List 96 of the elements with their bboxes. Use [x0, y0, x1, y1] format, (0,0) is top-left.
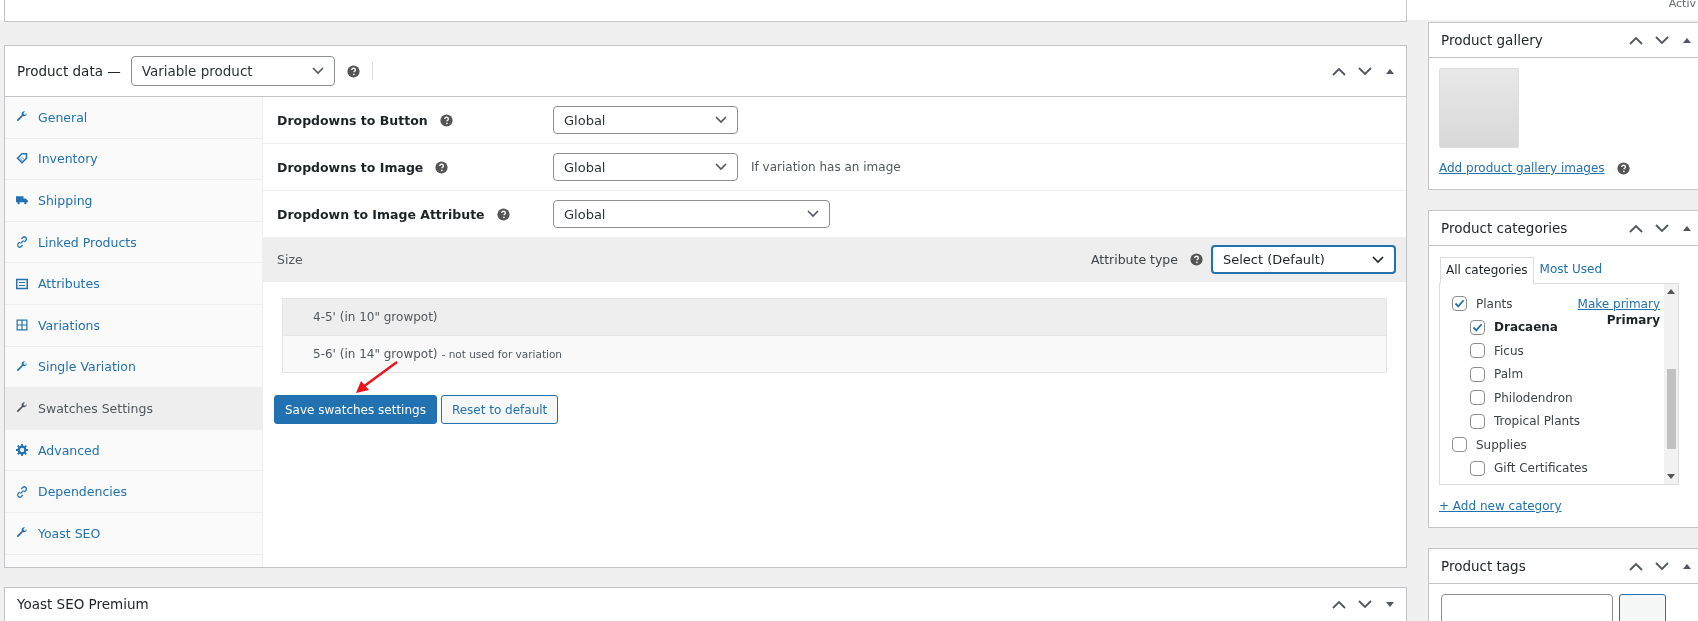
truck-icon: [16, 194, 28, 207]
move-down-icon[interactable]: [1358, 66, 1372, 76]
add-tag-button[interactable]: [1619, 594, 1666, 621]
move-down-icon[interactable]: [1655, 561, 1669, 571]
attribute-type-label: Attribute type: [1090, 252, 1178, 267]
product-data-tab[interactable]: Inventory: [5, 138, 262, 181]
move-down-icon[interactable]: [1655, 223, 1669, 233]
scrollbar[interactable]: [1664, 284, 1678, 484]
scroll-up-icon[interactable]: [1667, 289, 1675, 294]
setting-hint: If variation has an image: [751, 160, 901, 174]
checkbox[interactable]: [1470, 390, 1485, 406]
move-down-icon[interactable]: [1655, 35, 1669, 45]
category-tab[interactable]: All categories: [1440, 257, 1534, 284]
category-name: Dracaena: [1494, 320, 1558, 335]
help-icon[interactable]: [346, 64, 360, 78]
help-icon[interactable]: [1190, 253, 1203, 266]
product-data-tab[interactable]: Variations: [5, 304, 262, 347]
help-icon[interactable]: [435, 160, 449, 174]
chevron-down-icon: [715, 163, 727, 171]
panel-title: Product data —: [17, 63, 121, 79]
panel-title: Yoast SEO Premium: [17, 596, 149, 613]
move-up-icon[interactable]: [1332, 599, 1346, 609]
collapse-icon[interactable]: [1683, 37, 1691, 43]
tag-icon: [16, 152, 28, 165]
setting-label: Dropdowns to Button: [277, 112, 428, 128]
gear-icon: [16, 444, 28, 457]
product-data-tab[interactable]: Shipping: [5, 180, 262, 222]
setting-select[interactable]: Global: [553, 200, 830, 228]
product-data-tab[interactable]: Yoast SEO: [5, 512, 262, 555]
link-icon: [16, 236, 28, 249]
category-name: Tropical Plants: [1494, 414, 1581, 429]
checkbox[interactable]: [1470, 319, 1485, 335]
term-name: 4-5' (in 10" growpot): [313, 310, 438, 324]
checkbox[interactable]: [1470, 366, 1485, 382]
product-data-tab[interactable]: Advanced: [5, 429, 262, 472]
category-name: Palm: [1494, 367, 1524, 382]
product-data-tab[interactable]: Attributes: [5, 263, 262, 305]
product-type-select[interactable]: Variable product: [130, 56, 335, 86]
attribute-type-select[interactable]: Select (Default): [1211, 245, 1396, 274]
category-name: Gift Certificates: [1494, 461, 1588, 476]
chevron-down-icon: [715, 116, 727, 124]
product-data-tab[interactable]: General: [5, 97, 262, 139]
panel-title: Product categories: [1441, 220, 1568, 236]
product-data-tab[interactable]: Swatches Settings: [5, 388, 262, 430]
move-up-icon[interactable]: [1629, 561, 1643, 571]
category-name: Plants: [1476, 296, 1513, 311]
tag-input-field[interactable]: [1441, 594, 1613, 621]
wrench-icon: [16, 402, 28, 415]
product-data-tab[interactable]: Dependencies: [5, 471, 262, 513]
primary-label: Primary: [1606, 313, 1660, 328]
grid-icon: [16, 319, 28, 332]
setting-select[interactable]: Global: [553, 153, 738, 181]
scroll-down-icon[interactable]: [1667, 474, 1675, 479]
term-name: 5-6' (in 14" growpot): [313, 347, 438, 361]
wrench-icon: [16, 111, 28, 124]
setting-label: Dropdowns to Image: [277, 159, 424, 175]
setting-select[interactable]: Global: [553, 106, 738, 134]
chevron-down-icon: [807, 210, 819, 218]
panel-title: Product tags: [1441, 558, 1526, 574]
attribute-name: Size: [277, 252, 303, 267]
setting-label: Dropdown to Image Attribute: [277, 206, 485, 222]
help-icon[interactable]: [1616, 161, 1630, 175]
expand-icon[interactable]: [1386, 601, 1394, 607]
product-data-tab[interactable]: Linked Products: [5, 221, 262, 264]
panel-title: Product gallery: [1441, 32, 1543, 48]
add-gallery-images-link[interactable]: Add product gallery images: [1439, 161, 1605, 175]
checkbox[interactable]: [1452, 296, 1467, 312]
reset-button[interactable]: Reset to default: [440, 395, 559, 424]
link-icon: [16, 485, 28, 498]
wrench-icon: [16, 527, 28, 540]
move-up-icon[interactable]: [1629, 223, 1643, 233]
term-note: - not used for variation: [441, 348, 562, 360]
list-icon: [16, 277, 28, 290]
add-category-link[interactable]: + Add new category: [1439, 499, 1562, 513]
move-up-icon[interactable]: [1332, 66, 1346, 76]
collapse-icon[interactable]: [1683, 225, 1691, 231]
collapse-icon[interactable]: [1683, 563, 1691, 569]
save-button[interactable]: Save swatches settings: [274, 395, 437, 424]
checkbox[interactable]: [1470, 460, 1485, 476]
chevron-down-icon: [1372, 255, 1384, 264]
move-down-icon[interactable]: [1358, 599, 1372, 609]
chevron-down-icon: [311, 67, 324, 75]
collapse-icon[interactable]: [1386, 68, 1394, 74]
category-name: Ficus: [1494, 343, 1524, 358]
checkbox[interactable]: [1470, 413, 1485, 429]
make-primary-link[interactable]: Make primary: [1577, 296, 1660, 311]
category-name: Supplies: [1476, 437, 1527, 452]
annotation-arrow: [355, 361, 399, 395]
category-name: Philodendron: [1494, 390, 1573, 405]
wrench-icon: [16, 360, 28, 373]
checkbox[interactable]: [1470, 343, 1485, 359]
help-icon[interactable]: [439, 113, 453, 127]
category-tab[interactable]: Most Used: [1533, 256, 1609, 283]
help-icon[interactable]: [496, 207, 510, 221]
move-up-icon[interactable]: [1629, 35, 1643, 45]
checkbox[interactable]: [1452, 437, 1467, 453]
